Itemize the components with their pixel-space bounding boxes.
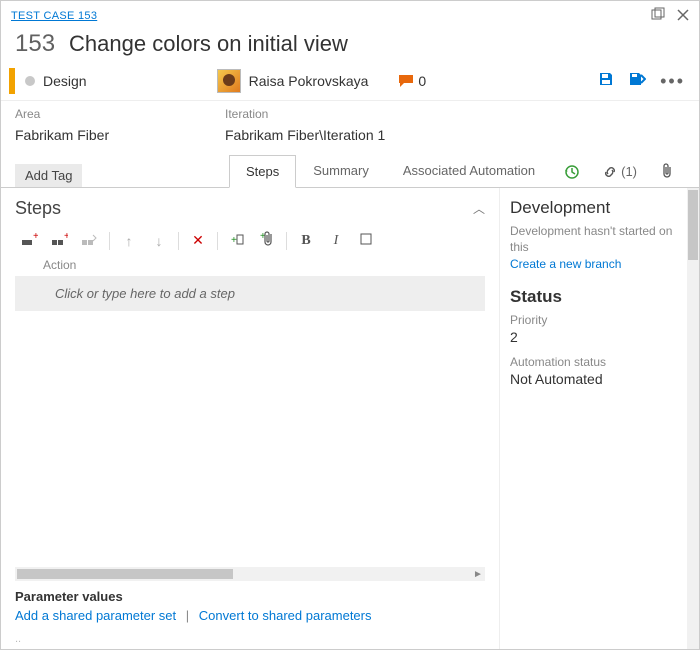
side-panel: Development Development hasn't started o… bbox=[499, 188, 699, 649]
parameter-links: Add a shared parameter set | Convert to … bbox=[15, 608, 485, 623]
area-value[interactable]: Fabrikam Fiber bbox=[15, 121, 225, 143]
state-dot-icon bbox=[25, 76, 35, 86]
work-item-title[interactable]: Change colors on initial view bbox=[69, 31, 348, 57]
tab-strip: Steps Summary Associated Automation (1) bbox=[229, 153, 685, 187]
steps-title: Steps bbox=[15, 198, 61, 219]
close-icon[interactable] bbox=[677, 8, 689, 24]
scroll-thumb[interactable] bbox=[17, 569, 233, 579]
add-shared-parameter-link[interactable]: Add a shared parameter set bbox=[15, 608, 176, 623]
svg-text:+: + bbox=[64, 232, 68, 242]
development-text: Development hasn't started on this bbox=[510, 224, 693, 255]
create-branch-link[interactable]: Create a new branch bbox=[510, 257, 693, 271]
discussion-count: 0 bbox=[418, 73, 426, 89]
svg-text:+: + bbox=[33, 232, 38, 242]
vertical-scrollbar[interactable] bbox=[687, 188, 699, 649]
save-close-icon[interactable] bbox=[628, 71, 646, 92]
tag-tab-row: Add Tag Steps Summary Associated Automat… bbox=[1, 143, 699, 187]
scroll-right-icon[interactable]: ► bbox=[471, 567, 485, 581]
work-item-dialog: TEST CASE 153 153 Change colors on initi… bbox=[0, 0, 700, 650]
add-step-input[interactable]: Click or type here to add a step bbox=[15, 276, 485, 311]
breadcrumb[interactable]: TEST CASE 153 bbox=[11, 10, 97, 22]
italic-icon[interactable]: I bbox=[321, 233, 351, 249]
state-field[interactable]: Design bbox=[25, 73, 87, 89]
bold-icon[interactable]: B bbox=[291, 233, 321, 249]
area-label: Area bbox=[15, 107, 225, 121]
iteration-label: Iteration bbox=[225, 107, 385, 121]
priority-value[interactable]: 2 bbox=[510, 329, 693, 345]
steps-toolbar: + + ↑ ↓ ✕ + + B I bbox=[15, 221, 485, 258]
tab-summary[interactable]: Summary bbox=[296, 154, 386, 187]
state-label: Design bbox=[43, 73, 87, 89]
insert-shared-step-icon[interactable]: + bbox=[45, 232, 75, 249]
title-bar: 153 Change colors on initial view bbox=[1, 24, 699, 68]
content-body: Steps ︿ + + ↑ ↓ ✕ + + B I Action bbox=[1, 188, 699, 649]
maximize-icon[interactable] bbox=[651, 7, 665, 24]
development-header[interactable]: Development bbox=[510, 198, 693, 218]
work-item-id: 153 bbox=[15, 30, 55, 58]
toolbar-actions: ••• bbox=[584, 71, 685, 92]
top-bar: TEST CASE 153 bbox=[1, 1, 699, 24]
move-up-icon[interactable]: ↑ bbox=[114, 233, 144, 249]
horizontal-scrollbar[interactable]: ◄ ► bbox=[15, 567, 485, 581]
move-down-icon[interactable]: ↓ bbox=[144, 233, 174, 249]
svg-text:+: + bbox=[231, 235, 237, 246]
collapse-icon[interactable]: ︿ bbox=[473, 200, 485, 217]
tab-associated-automation[interactable]: Associated Automation bbox=[386, 154, 552, 187]
vertical-scroll-thumb[interactable] bbox=[688, 190, 698, 260]
history-tab-icon[interactable] bbox=[552, 156, 591, 187]
parameter-values-header: Parameter values bbox=[15, 589, 485, 604]
automation-status-label: Automation status bbox=[510, 355, 693, 369]
links-count: (1) bbox=[621, 164, 637, 179]
convert-shared-parameter-link[interactable]: Convert to shared parameters bbox=[199, 608, 372, 623]
more-actions-icon[interactable]: ••• bbox=[660, 71, 685, 92]
add-tag-button[interactable]: Add Tag bbox=[15, 164, 82, 187]
discussion-button[interactable]: 0 bbox=[398, 73, 426, 89]
add-attachment-icon[interactable]: + bbox=[252, 231, 282, 250]
automation-status-value[interactable]: Not Automated bbox=[510, 371, 693, 387]
iteration-value[interactable]: Fabrikam Fiber\Iteration 1 bbox=[225, 121, 385, 143]
create-shared-steps-icon[interactable] bbox=[75, 232, 105, 249]
tab-steps[interactable]: Steps bbox=[229, 155, 296, 188]
avatar bbox=[217, 69, 241, 93]
delete-step-icon[interactable]: ✕ bbox=[183, 232, 213, 249]
assignee-name: Raisa Pokrovskaya bbox=[249, 73, 369, 89]
classification-fields: Area Fabrikam Fiber Iteration Fabrikam F… bbox=[1, 100, 699, 143]
assignee-field[interactable]: Raisa Pokrovskaya bbox=[217, 69, 369, 93]
links-tab-icon[interactable]: (1) bbox=[591, 156, 649, 187]
priority-label: Priority bbox=[510, 313, 693, 327]
meta-bar: Design Raisa Pokrovskaya 0 ••• bbox=[1, 68, 699, 100]
steps-panel: Steps ︿ + + ↑ ↓ ✕ + + B I Action bbox=[1, 188, 499, 649]
attachments-tab-icon[interactable] bbox=[649, 155, 685, 187]
fullscreen-icon[interactable] bbox=[351, 232, 381, 249]
insert-step-icon[interactable]: + bbox=[15, 232, 45, 249]
status-header[interactable]: Status bbox=[510, 287, 693, 307]
type-accent bbox=[9, 68, 15, 94]
steps-section-header[interactable]: Steps ︿ bbox=[15, 198, 485, 219]
comment-icon bbox=[398, 74, 414, 88]
insert-param-icon[interactable]: + bbox=[222, 232, 252, 249]
steps-column-action: Action bbox=[15, 258, 485, 276]
save-icon[interactable] bbox=[598, 71, 614, 92]
footer-spacer: .. bbox=[15, 623, 485, 645]
